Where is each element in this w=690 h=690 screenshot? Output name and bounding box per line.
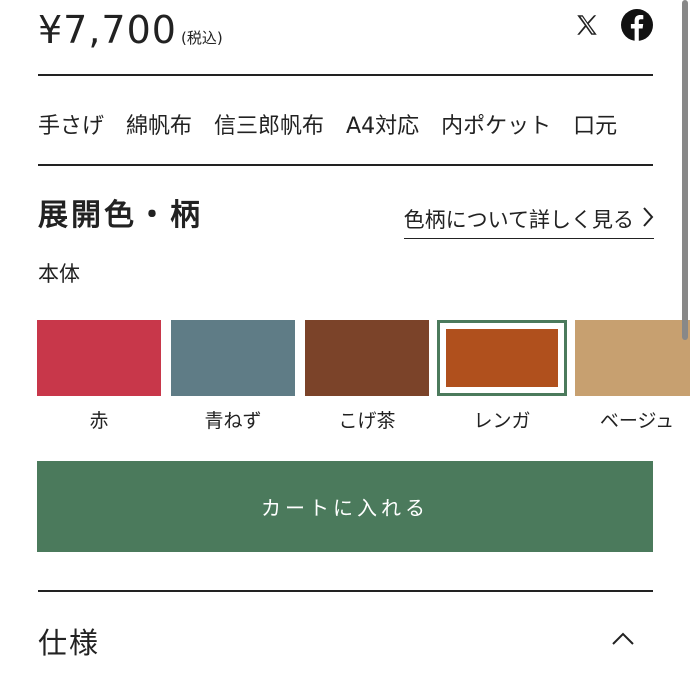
tag-link[interactable]: 手さげ	[38, 108, 104, 142]
tag-link[interactable]: 内ポケット	[441, 108, 551, 142]
swatch-fill	[37, 320, 161, 396]
swatch-fill	[171, 320, 295, 396]
color-detail-link[interactable]: 色柄について詳しく見る	[403, 204, 654, 239]
swatch-fill	[305, 320, 429, 396]
divider	[38, 590, 653, 592]
spec-title: 仕様	[38, 626, 101, 660]
color-swatch[interactable]: レンガ	[437, 320, 567, 433]
scrollbar[interactable]	[682, 0, 688, 340]
tag-link[interactable]: 口元	[573, 108, 617, 142]
tag-link[interactable]: 綿帆布	[126, 108, 192, 142]
color-swatch[interactable]: ベージュ	[575, 320, 690, 433]
color-detail-link-label: 色柄について詳しく見る	[403, 208, 634, 232]
tag-link[interactable]: 信三郎帆布	[214, 108, 324, 142]
tag-list: 手さげ 綿帆布 信三郎帆布 A4対応 内ポケット 口元	[38, 108, 690, 142]
swatch-label: 青ねず	[204, 410, 262, 432]
swatch-label: ベージュ	[599, 410, 675, 432]
x-logo-icon[interactable]	[574, 12, 600, 38]
tag-link[interactable]: A4対応	[346, 108, 419, 142]
swatch-chip	[37, 320, 161, 396]
divider	[38, 164, 653, 166]
price: ¥7,700 (税込)	[38, 8, 223, 52]
body-label: 本体	[38, 262, 80, 286]
chevron-up-icon[interactable]	[610, 630, 636, 650]
color-swatch[interactable]: こげ茶	[305, 320, 429, 433]
swatch-label: 赤	[89, 410, 109, 432]
swatch-chip	[171, 320, 295, 396]
swatch-chip	[575, 320, 690, 396]
add-to-cart-button[interactable]: カートに入れる	[37, 461, 653, 552]
divider	[38, 74, 653, 76]
social-share	[574, 8, 654, 42]
color-swatch[interactable]: 青ねず	[171, 320, 295, 433]
swatch-chip	[437, 320, 567, 396]
section-title: 展開色・柄	[38, 198, 203, 233]
swatch-label: レンガ	[473, 410, 531, 432]
swatch-label: こげ茶	[338, 410, 396, 432]
swatch-fill	[575, 320, 690, 396]
swatch-fill	[446, 329, 558, 387]
price-amount: ¥7,700	[38, 8, 177, 52]
swatch-chip	[305, 320, 429, 396]
chevron-right-icon	[642, 206, 654, 233]
facebook-icon[interactable]	[620, 8, 654, 42]
color-swatch-list: 赤 青ねず こげ茶 レンガ ベージュ	[37, 320, 690, 440]
color-swatch[interactable]: 赤	[37, 320, 161, 433]
price-tax-label: (税込)	[180, 29, 223, 47]
